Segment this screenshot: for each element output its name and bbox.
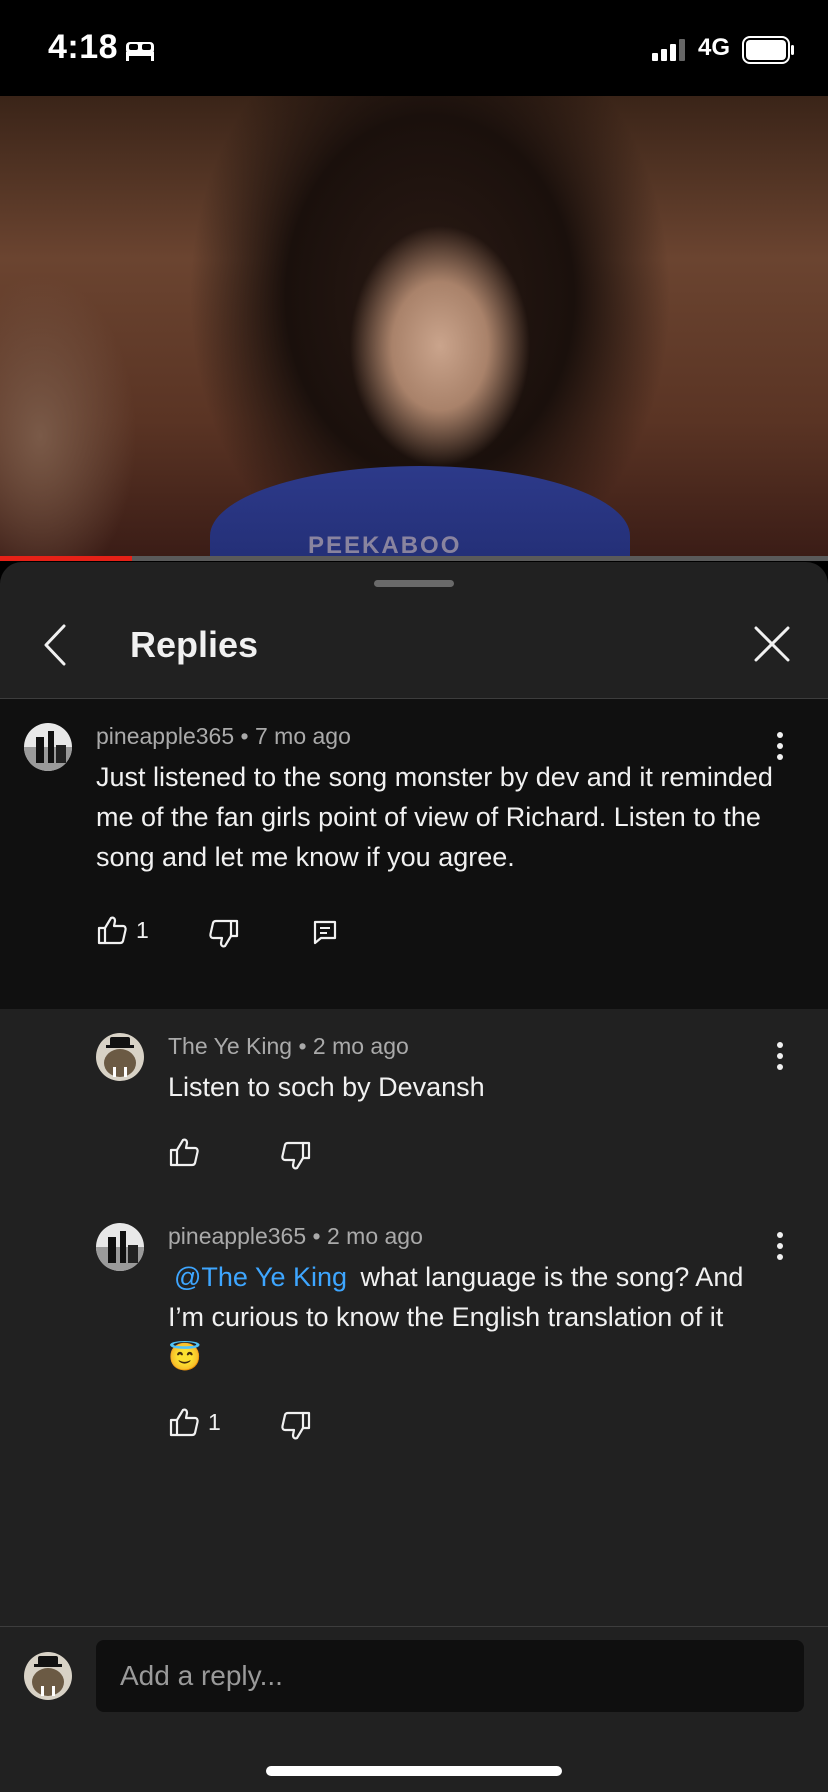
comment-meta: The Ye King • 2 mo ago	[168, 1033, 409, 1060]
comment-text: Listen to soch by Devansh	[168, 1072, 485, 1102]
chevron-left-icon[interactable]	[36, 620, 76, 670]
meta-separator: •	[312, 1223, 321, 1249]
comment-text: @The Ye King what language is the song? …	[168, 1257, 758, 1377]
avatar[interactable]	[96, 1033, 144, 1081]
reply-input[interactable]	[96, 1640, 804, 1712]
mention-link[interactable]: @The Ye King	[168, 1262, 353, 1292]
avatar[interactable]	[24, 1652, 72, 1700]
clock-time: 4:18	[48, 28, 119, 66]
meta-separator: •	[298, 1033, 307, 1059]
drag-handle[interactable]	[374, 580, 454, 587]
bed-icon	[126, 42, 154, 61]
parent-comment: pineapple365 • 7 mo ago Just listened to…	[0, 699, 828, 1009]
comment-meta: pineapple365 • 7 mo ago	[96, 723, 351, 750]
reply-item: pineapple365 • 2 mo ago @The Ye King wha…	[0, 1199, 828, 1459]
more-options-icon[interactable]	[770, 1227, 790, 1267]
close-icon[interactable]	[752, 624, 792, 664]
meta-separator: •	[240, 723, 249, 749]
video-player[interactable]: PEEKABOO	[0, 96, 828, 560]
comment-age: 7 mo ago	[254, 723, 351, 749]
thumbs-up-icon[interactable]	[168, 1407, 200, 1437]
comment-age: 2 mo ago	[326, 1223, 423, 1249]
comment-meta: pineapple365 • 2 mo ago	[168, 1223, 423, 1250]
avatar[interactable]	[24, 723, 72, 771]
like-count: 1	[208, 1409, 221, 1435]
panel-title: Replies	[130, 624, 259, 665]
video-progress-fill	[0, 556, 133, 561]
thumbs-up-icon[interactable]	[96, 915, 128, 945]
like-count: 1	[136, 917, 149, 943]
comment-author[interactable]: The Ye King	[168, 1033, 292, 1059]
comment-author[interactable]: pineapple365	[96, 723, 234, 749]
thumbs-up-icon[interactable]	[168, 1137, 200, 1167]
more-options-icon[interactable]	[770, 1037, 790, 1077]
comment-author[interactable]: pineapple365	[168, 1223, 306, 1249]
thumbs-down-icon[interactable]	[208, 919, 240, 949]
more-options-icon[interactable]	[770, 727, 790, 767]
footer-divider	[0, 1626, 828, 1627]
home-indicator[interactable]	[266, 1766, 562, 1776]
battery-icon	[742, 36, 794, 64]
signal-icon	[652, 39, 685, 61]
status-bar: 4:18 4G	[0, 0, 828, 96]
video-progress-bar[interactable]	[0, 556, 828, 561]
thumbs-down-icon[interactable]	[280, 1141, 312, 1171]
reply-item: The Ye King • 2 mo ago Listen to soch by…	[0, 1009, 828, 1189]
comment-age: 2 mo ago	[312, 1033, 409, 1059]
replies-panel: Replies pineapple365 • 7 mo ago Just lis…	[0, 562, 828, 1792]
network-type: 4G	[698, 34, 731, 61]
thumbs-down-icon[interactable]	[280, 1411, 312, 1441]
avatar[interactable]	[96, 1223, 144, 1271]
reply-icon[interactable]	[312, 919, 338, 945]
comment-text: Just listened to the song monster by dev…	[96, 762, 773, 872]
